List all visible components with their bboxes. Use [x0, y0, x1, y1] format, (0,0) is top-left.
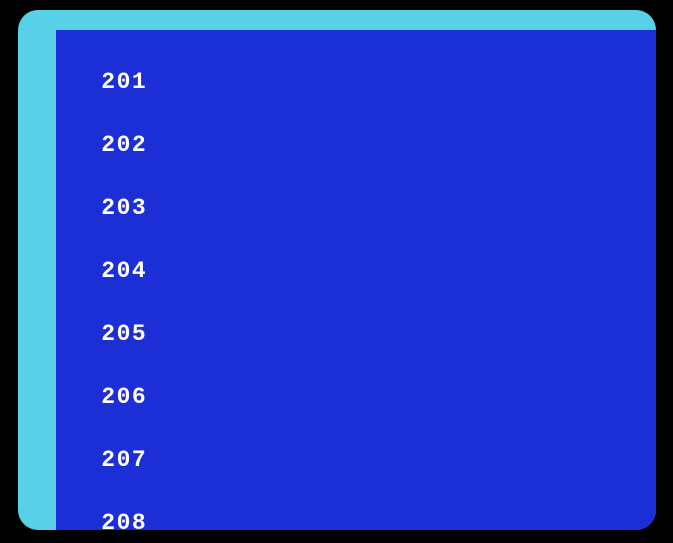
output-line: 207 [60, 450, 458, 471]
terminal-screen[interactable]: 201 202 203 204 205 206 207 208 209 210 … [56, 30, 656, 530]
output-line: 201 [60, 72, 458, 93]
output-line: 208 [60, 513, 458, 530]
screen-border: 201 202 203 204 205 206 207 208 209 210 … [18, 10, 656, 530]
output-line: 203 [60, 198, 458, 219]
output-line: 202 [60, 135, 458, 156]
output-line: 206 [60, 387, 458, 408]
output-line: 204 [60, 261, 458, 282]
output-line: 205 [60, 324, 458, 345]
terminal-content: 201 202 203 204 205 206 207 208 209 210 … [60, 30, 458, 530]
